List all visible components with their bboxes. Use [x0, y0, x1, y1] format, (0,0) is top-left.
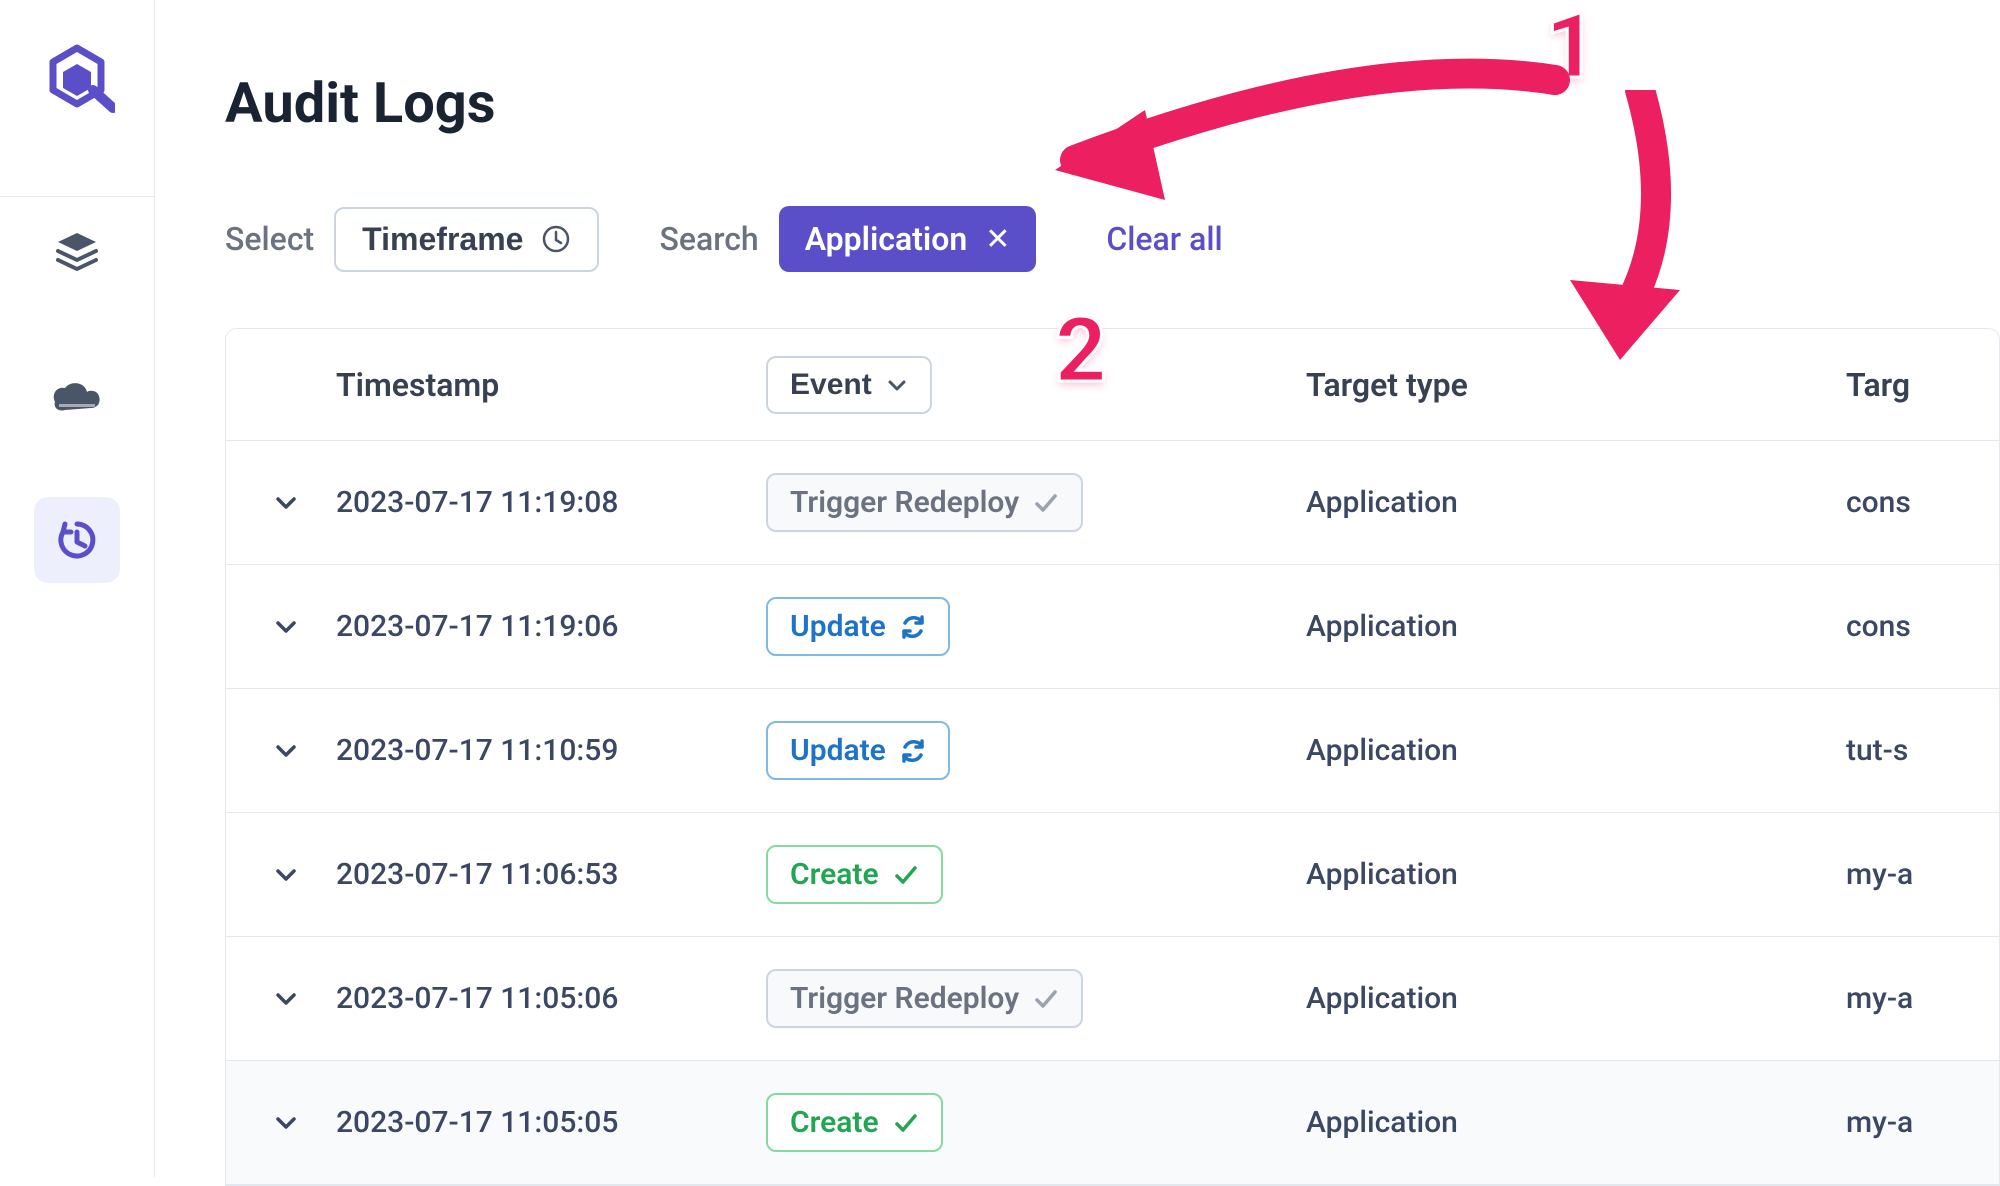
sidebar — [0, 0, 155, 1177]
filter-chip-application[interactable]: Application ✕ — [779, 206, 1037, 272]
timeframe-button[interactable]: Timeframe — [334, 207, 599, 272]
cell-target-type: Application — [1306, 981, 1846, 1016]
audit-log-table: Timestamp Event Target type Targ 2023-07… — [225, 328, 2000, 1186]
cell-target: cons — [1846, 485, 1989, 520]
table-row: 2023-07-17 11:19:08 Trigger Redeploy App… — [226, 441, 1999, 565]
event-label: Update — [790, 733, 886, 768]
select-label: Select — [225, 220, 314, 258]
event-label: Trigger Redeploy — [790, 485, 1019, 520]
col-header-timestamp: Timestamp — [336, 366, 766, 404]
filter-chip-label: Application — [805, 220, 968, 258]
chevron-down-icon — [273, 614, 299, 640]
main-content: Audit Logs Select Timeframe Search Appli… — [155, 0, 2000, 1177]
event-badge: Create — [766, 1093, 943, 1152]
clock-icon — [541, 224, 571, 254]
table-row: 2023-07-17 11:06:53 Create Application m… — [226, 813, 1999, 937]
table-row: 2023-07-17 11:19:06 Update Application c… — [226, 565, 1999, 689]
event-icon — [893, 1110, 919, 1136]
event-icon — [1033, 986, 1059, 1012]
table-row: 2023-07-17 11:10:59 Update Application t… — [226, 689, 1999, 813]
row-expand-toggle[interactable] — [236, 738, 336, 764]
cell-target-type: Application — [1306, 857, 1846, 892]
cell-target-type: Application — [1306, 1105, 1846, 1140]
event-badge: Trigger Redeploy — [766, 969, 1083, 1028]
cell-target-type: Application — [1306, 733, 1846, 768]
cell-target: tut-s — [1846, 733, 1989, 768]
row-expand-toggle[interactable] — [236, 490, 336, 516]
table-row: 2023-07-17 11:05:05 Create Application m… — [226, 1061, 1999, 1185]
event-label: Trigger Redeploy — [790, 981, 1019, 1016]
cell-target: my-a — [1846, 981, 1989, 1016]
row-expand-toggle[interactable] — [236, 614, 336, 640]
event-icon — [893, 862, 919, 888]
table-row: 2023-07-17 11:05:06 Trigger Redeploy App… — [226, 937, 1999, 1061]
cell-timestamp: 2023-07-17 11:05:05 — [336, 1105, 766, 1140]
chevron-down-icon — [273, 490, 299, 516]
event-icon — [900, 614, 926, 640]
event-label: Create — [790, 1105, 879, 1140]
cell-target: cons — [1846, 609, 1989, 644]
cell-target: my-a — [1846, 1105, 1989, 1140]
cell-timestamp: 2023-07-17 11:05:06 — [336, 981, 766, 1016]
cell-target-type: Application — [1306, 609, 1846, 644]
event-icon — [900, 738, 926, 764]
cell-timestamp: 2023-07-17 11:19:08 — [336, 485, 766, 520]
sidebar-divider — [0, 196, 154, 197]
event-badge: Update — [766, 597, 950, 656]
cell-target: my-a — [1846, 857, 1989, 892]
table-header-row: Timestamp Event Target type Targ — [226, 329, 1999, 441]
chevron-down-icon — [273, 1110, 299, 1136]
row-expand-toggle[interactable] — [236, 1110, 336, 1136]
page-title: Audit Logs — [225, 70, 2000, 136]
cell-timestamp: 2023-07-17 11:19:06 — [336, 609, 766, 644]
sidebar-item-cloud[interactable] — [34, 353, 120, 439]
col-header-event-label: Event — [790, 368, 872, 402]
close-icon[interactable]: ✕ — [985, 222, 1010, 257]
app-logo[interactable] — [39, 40, 115, 116]
row-expand-toggle[interactable] — [236, 986, 336, 1012]
col-header-event-button[interactable]: Event — [766, 356, 932, 414]
chevron-down-icon — [886, 374, 908, 396]
row-expand-toggle[interactable] — [236, 862, 336, 888]
timeframe-label: Timeframe — [362, 221, 523, 258]
chevron-down-icon — [273, 862, 299, 888]
chevron-down-icon — [273, 986, 299, 1012]
event-label: Create — [790, 857, 879, 892]
event-icon — [1033, 490, 1059, 516]
cell-timestamp: 2023-07-17 11:06:53 — [336, 857, 766, 892]
event-badge: Update — [766, 721, 950, 780]
sidebar-item-audit-logs[interactable] — [34, 497, 120, 583]
col-header-target-type: Target type — [1306, 366, 1846, 404]
search-label: Search — [659, 220, 758, 258]
event-badge: Trigger Redeploy — [766, 473, 1083, 532]
cell-target-type: Application — [1306, 485, 1846, 520]
sidebar-item-layers[interactable] — [34, 209, 120, 295]
event-label: Update — [790, 609, 886, 644]
chevron-down-icon — [273, 738, 299, 764]
col-header-target: Targ — [1846, 366, 1989, 404]
filter-bar: Select Timeframe Search Application ✕ Cl… — [225, 206, 2000, 272]
clear-all-link[interactable]: Clear all — [1106, 220, 1222, 258]
cell-timestamp: 2023-07-17 11:10:59 — [336, 733, 766, 768]
event-badge: Create — [766, 845, 943, 904]
